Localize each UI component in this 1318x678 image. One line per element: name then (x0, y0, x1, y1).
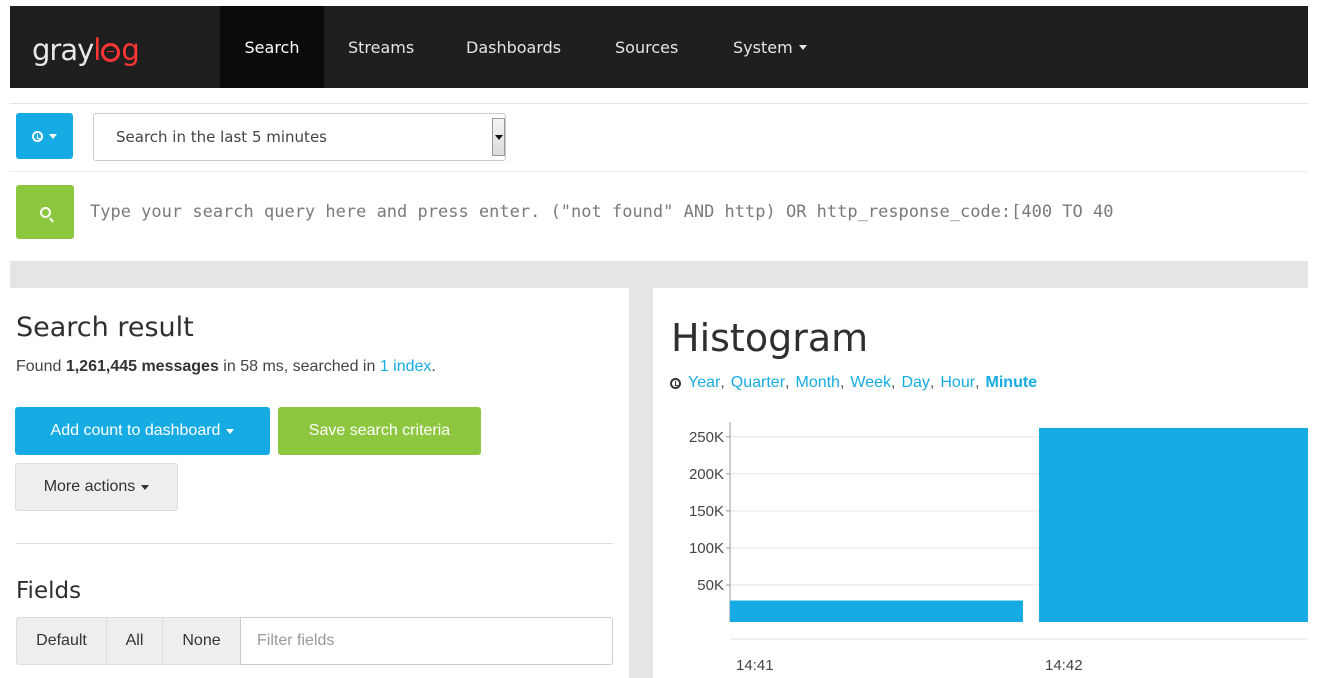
resolution-minute[interactable]: Minute (986, 374, 1038, 392)
y-tick-label: 250K (689, 429, 724, 446)
search-result-title: Search result (16, 312, 194, 343)
x-tick-label: 14:41 (736, 657, 774, 674)
message-count: 1,261,445 messages (65, 358, 219, 375)
nav-system-label: System (733, 37, 793, 57)
top-navbar: gray l g Search Streams Dashboards Sourc… (10, 6, 1308, 88)
chevron-down-icon (226, 428, 235, 434)
fields-default-label: Default (36, 632, 87, 649)
resolution-year[interactable]: Year (688, 374, 720, 392)
fields-title: Fields (16, 578, 82, 604)
resolution-week[interactable]: Week (850, 374, 891, 392)
histogram-chart: 50K 100K 150K 200K 250K 14:41 14:42 (689, 422, 1308, 674)
nav-sources-label: Sources (615, 37, 679, 57)
nav-system[interactable]: System (733, 6, 807, 88)
y-tick-label: 150K (689, 503, 724, 520)
search-button[interactable] (16, 185, 74, 239)
x-tick-label: 14:42 (1045, 657, 1083, 674)
histogram-bar (730, 600, 1023, 622)
fields-all-button[interactable]: All (106, 617, 163, 665)
brand-text-g: g (121, 33, 139, 67)
chevron-down-icon (141, 484, 150, 490)
nav-search-label: Search (244, 37, 300, 57)
nav-streams[interactable]: Streams (348, 6, 414, 88)
result-summary: Found 1,261,445 messages in 58 ms, searc… (16, 358, 436, 376)
add-count-label: Add count to dashboard (50, 422, 221, 439)
resolution-day[interactable]: Day (901, 374, 929, 392)
resolution-month[interactable]: Month (795, 374, 839, 392)
nav-dashboards[interactable]: Dashboards (466, 6, 561, 88)
nav-search[interactable]: Search (220, 6, 324, 88)
section-separator (10, 261, 1308, 288)
clock-icon (670, 377, 681, 389)
found-prefix: Found (16, 358, 62, 375)
histogram-title: Histogram (671, 316, 869, 360)
nav-dashboards-label: Dashboards (466, 37, 562, 57)
y-tick-label: 50K (697, 577, 724, 594)
y-tick-label: 200K (689, 466, 724, 483)
index-link[interactable]: 1 index (380, 358, 432, 375)
more-actions-button[interactable]: More actions (15, 463, 178, 511)
page-margin (0, 261, 10, 678)
chevron-down-icon (49, 133, 57, 139)
time-range-value: Search in the last 5 minutes (116, 128, 327, 146)
histogram-panel: Histogram Year, Quarter, Month, Week, Da… (653, 288, 1308, 678)
time-range-type-button[interactable] (16, 113, 73, 159)
filter-fields-input[interactable] (240, 617, 613, 665)
resolution-quarter[interactable]: Quarter (731, 374, 785, 392)
graylog-logo[interactable]: gray l g (32, 33, 140, 67)
brand-text-l: l (93, 33, 101, 67)
nav-sources[interactable]: Sources (615, 6, 678, 88)
fields-all-label: All (125, 632, 144, 649)
brand-text-gray: gray (32, 33, 94, 67)
nav-streams-label: Streams (348, 37, 415, 57)
chevron-down-icon (798, 44, 807, 50)
column-gutter (629, 288, 653, 678)
time-range-select[interactable]: Search in the last 5 minutes (93, 113, 506, 161)
found-mid: in 58 ms, searched in (223, 358, 376, 375)
fields-none-button[interactable]: None (162, 617, 241, 665)
resolution-hour[interactable]: Hour (940, 374, 975, 392)
y-tick-label: 100K (689, 540, 724, 557)
clock-icon (32, 130, 43, 142)
resolution-selector: Year, Quarter, Month, Week, Day, Hour, M… (670, 374, 1037, 392)
fields-default-button[interactable]: Default (16, 617, 107, 665)
add-count-to-dashboard-button[interactable]: Add count to dashboard (15, 407, 270, 455)
histogram-bar (1039, 427, 1308, 622)
search-result-panel: Search result Found 1,261,445 messages i… (10, 288, 629, 678)
more-actions-label: More actions (43, 478, 136, 495)
brand-logo-icon (101, 43, 121, 62)
search-query-input[interactable] (90, 192, 1308, 232)
found-suffix: . (431, 358, 436, 375)
search-icon (39, 206, 51, 218)
divider (16, 543, 613, 544)
save-search-label: Save search criteria (308, 422, 451, 439)
divider (10, 171, 1308, 172)
search-bar-area: Search in the last 5 minutes (10, 103, 1308, 261)
save-search-criteria-button[interactable]: Save search criteria (278, 407, 481, 455)
fields-none-label: None (182, 632, 221, 649)
select-arrow-icon[interactable] (492, 118, 505, 156)
